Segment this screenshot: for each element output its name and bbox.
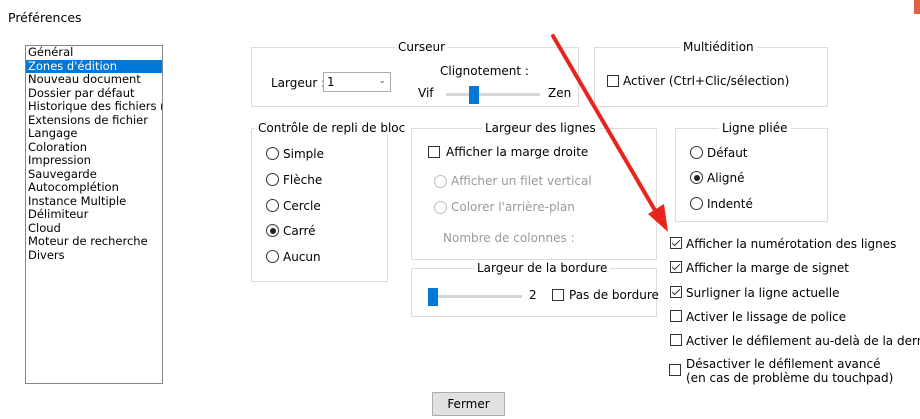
fold-option-label[interactable]: Cercle: [283, 199, 321, 213]
cursor-group-title: Curseur: [395, 40, 449, 54]
border-width-group-title: Largeur de la bordure: [474, 261, 611, 275]
multiedit-group-title: Multiédition: [680, 40, 757, 54]
category-item[interactable]: Délimiteur: [26, 207, 162, 222]
blink-max-label: Zen: [548, 86, 572, 100]
smooth-scroll-label-line1[interactable]: Désactiver le défilement avancé: [686, 357, 881, 371]
wrapped-radio-default[interactable]: [690, 146, 703, 159]
scroll-past-end-checkbox[interactable]: [670, 334, 682, 346]
fold-option-label[interactable]: Aucun: [283, 250, 321, 264]
wrapped-line-group-title: Ligne pliée: [719, 121, 791, 135]
bg-color-radio[interactable]: [434, 201, 447, 214]
multiedit-checkbox[interactable]: [607, 75, 619, 87]
window-title: Préférences: [8, 10, 82, 25]
category-item[interactable]: Divers: [26, 248, 162, 263]
category-item[interactable]: Historique des fichiers ré: [26, 99, 162, 114]
no-border-checkbox[interactable]: [552, 289, 564, 301]
smooth-scroll-checkbox[interactable]: [669, 364, 681, 376]
category-item[interactable]: Extensions de fichier: [26, 113, 162, 128]
fold-radio-cercle[interactable]: [266, 199, 279, 212]
border-slider-track[interactable]: [428, 295, 522, 298]
font-smoothing-label[interactable]: Activer le lissage de police: [686, 310, 846, 324]
fold-radio-aucun[interactable]: [266, 250, 279, 263]
border-slider-thumb[interactable]: [428, 288, 438, 306]
fold-radio-fleche[interactable]: [266, 173, 279, 186]
cursor-width-label: Largeur :: [271, 76, 326, 90]
bg-color-label[interactable]: Colorer l'arrière-plan: [451, 200, 575, 214]
blink-min-label: Vif: [418, 86, 434, 100]
smooth-scroll-label-line2[interactable]: (en cas de problème du touchpad): [686, 371, 893, 385]
blink-slider-thumb[interactable]: [469, 86, 480, 104]
blink-label: Clignotement :: [440, 64, 529, 78]
fold-option-label[interactable]: Carré: [283, 224, 316, 238]
close-button[interactable]: Fermer: [432, 392, 505, 416]
right-margin-label[interactable]: Afficher la marge droite: [446, 145, 588, 159]
line-width-group-title: Largeur des lignes: [482, 121, 599, 135]
category-item[interactable]: Nouveau document: [26, 72, 162, 87]
wrapped-option-label[interactable]: Indenté: [707, 197, 753, 211]
fold-option-label[interactable]: Flèche: [283, 173, 322, 187]
wrapped-radio-indented[interactable]: [690, 197, 703, 210]
line-numbers-label[interactable]: Afficher la numérotation des lignes: [686, 237, 896, 251]
cursor-width-value: 1: [327, 75, 335, 89]
wrapped-option-label[interactable]: Défaut: [707, 146, 748, 160]
scroll-past-end-label[interactable]: Activer le défilement au-delà de la dern…: [686, 334, 920, 348]
category-item[interactable]: Instance Multiple: [26, 194, 162, 209]
category-item[interactable]: Sauvegarde: [26, 167, 162, 182]
wrapped-option-label[interactable]: Aligné: [707, 171, 744, 185]
category-list[interactable]: Général Zones d'édition Nouveau document…: [25, 45, 163, 384]
fold-group-title: Contrôle de repli de bloc: [255, 121, 409, 135]
category-item[interactable]: Coloration: [26, 140, 162, 155]
highlight-line-checkbox[interactable]: [670, 286, 682, 298]
bookmark-margin-label[interactable]: Afficher la marge de signet: [686, 261, 849, 275]
fold-radio-simple[interactable]: [266, 147, 279, 160]
category-item[interactable]: Cloud: [26, 221, 162, 236]
category-item[interactable]: Impression: [26, 153, 162, 168]
category-item[interactable]: Langage: [26, 126, 162, 141]
vertical-line-radio[interactable]: [434, 175, 447, 188]
category-item[interactable]: Moteur de recherche: [26, 234, 162, 249]
blink-slider-track[interactable]: [446, 93, 540, 96]
highlight-line-label[interactable]: Surligner la ligne actuelle: [686, 286, 839, 300]
close-corner[interactable]: [914, 0, 920, 14]
chevron-down-icon: ⌄: [378, 76, 386, 86]
border-value: 2: [529, 288, 537, 302]
category-item-selected[interactable]: Zones d'édition: [26, 59, 162, 73]
vertical-line-label[interactable]: Afficher un filet vertical: [451, 174, 592, 188]
columns-label: Nombre de colonnes :: [443, 231, 575, 245]
fold-radio-carre[interactable]: [266, 224, 279, 237]
fold-option-label[interactable]: Simple: [283, 147, 324, 161]
cursor-width-select[interactable]: 1 ⌄: [323, 72, 391, 92]
font-smoothing-checkbox[interactable]: [670, 310, 682, 322]
multiedit-label[interactable]: Activer (Ctrl+Clic/sélection): [623, 74, 789, 88]
no-border-label[interactable]: Pas de bordure: [569, 288, 659, 302]
category-item[interactable]: Autocomplétion: [26, 180, 162, 195]
right-margin-checkbox[interactable]: [428, 146, 440, 158]
line-numbers-checkbox[interactable]: [670, 237, 682, 249]
category-item[interactable]: Dossier par défaut: [26, 86, 162, 101]
bookmark-margin-checkbox[interactable]: [670, 261, 682, 273]
wrapped-radio-aligned[interactable]: [690, 171, 703, 184]
category-item[interactable]: Général: [26, 46, 162, 60]
